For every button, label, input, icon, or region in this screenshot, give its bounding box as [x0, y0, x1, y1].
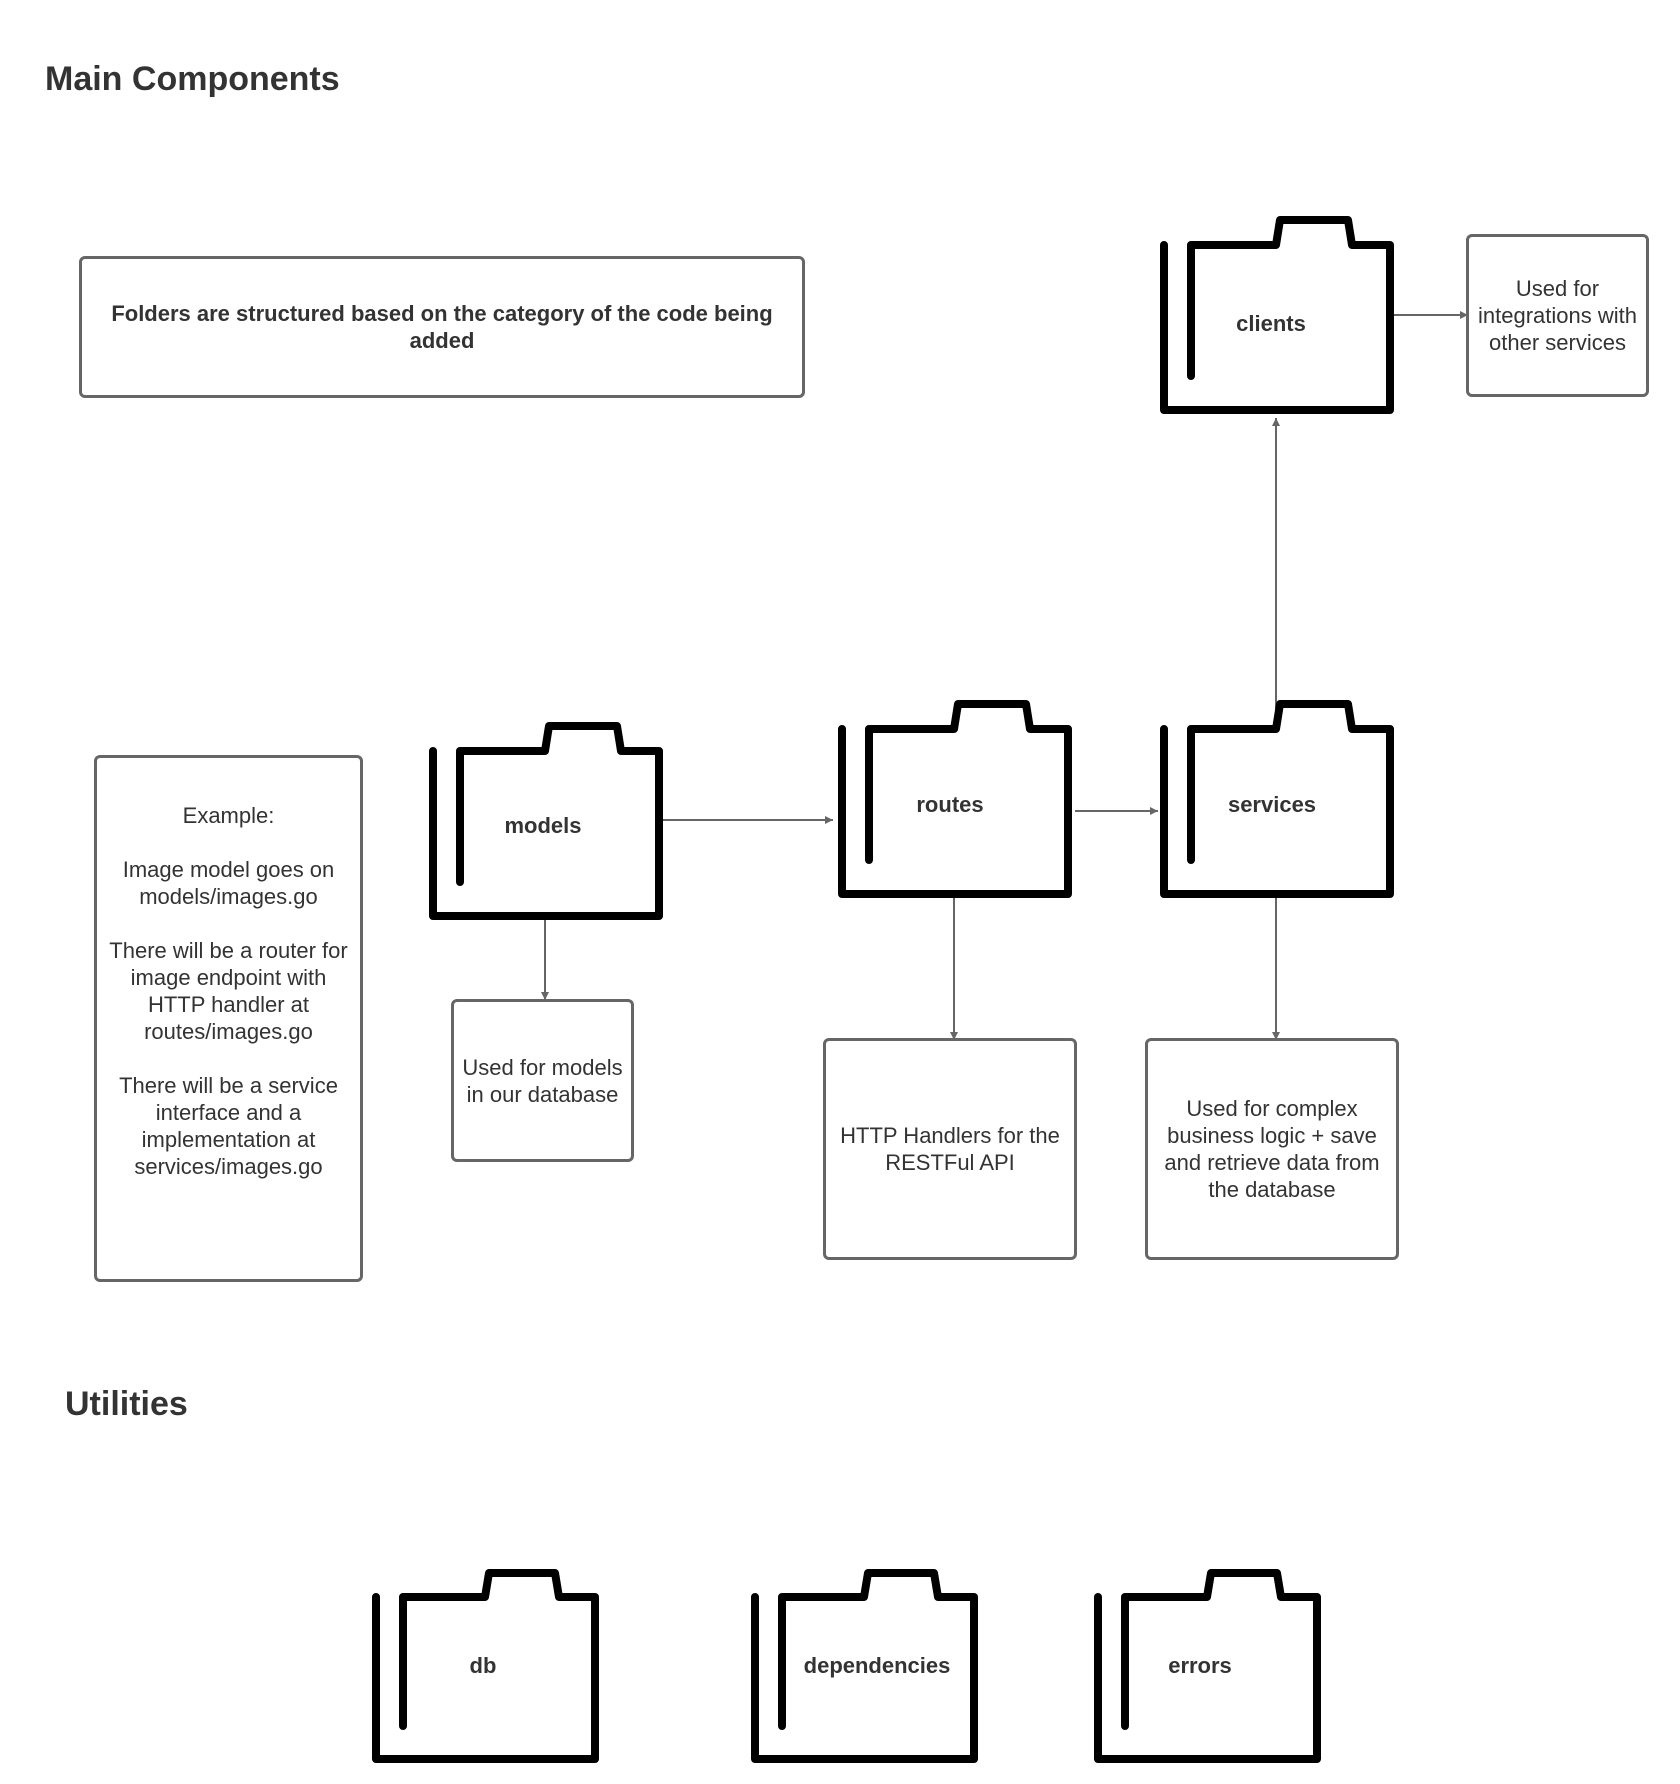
heading-main-components: Main Components [45, 60, 340, 98]
folder-label-clients: clients [1236, 311, 1306, 336]
routes-description: HTTP Handlers for the RESTFul API [823, 1038, 1077, 1260]
example-note-text: Example: Image model goes on models/imag… [109, 803, 348, 1179]
structure-note: Folders are structured based on the cate… [79, 256, 805, 398]
folder-label-models: models [504, 813, 582, 838]
services-description: Used for complex business logic + save a… [1145, 1038, 1399, 1260]
models-description-text: Used for models in our database [462, 1054, 623, 1107]
heading-utilities: Utilities [65, 1385, 188, 1423]
clients-description: Used for integrations with other service… [1466, 234, 1649, 397]
example-note: Example: Image model goes on models/imag… [94, 755, 363, 1282]
folder-label-dependencies: dependencies [803, 1653, 951, 1678]
structure-note-text: Folders are structured based on the cate… [111, 301, 773, 353]
folder-label-errors: errors [1168, 1653, 1232, 1678]
models-description: Used for models in our database [451, 999, 634, 1162]
routes-description-text: HTTP Handlers for the RESTFul API [840, 1123, 1060, 1175]
services-description-text: Used for complex business logic + save a… [1164, 1096, 1380, 1202]
folder-label-services: services [1227, 792, 1317, 817]
folder-label-db: db [469, 1653, 497, 1678]
folder-label-routes: routes [916, 792, 984, 817]
clients-description-text: Used for integrations with other service… [1478, 276, 1637, 355]
